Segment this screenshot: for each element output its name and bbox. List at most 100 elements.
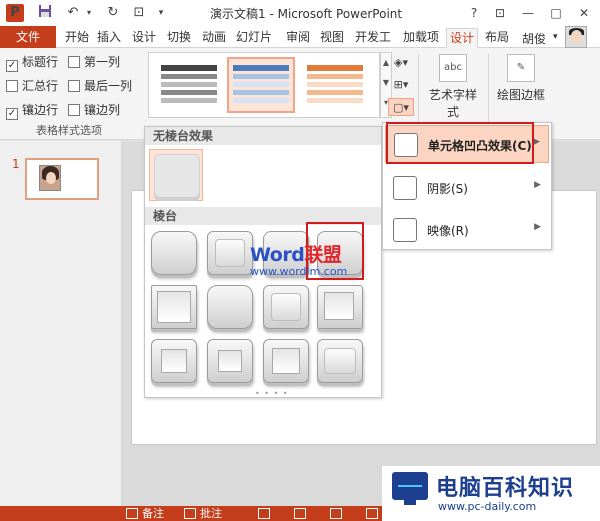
checkbox-icon[interactable] [68, 104, 80, 116]
option-header-row[interactable]: ✓ 标题行 [6, 54, 58, 72]
redo-icon[interactable]: ↻ [104, 4, 122, 22]
shadow-icon [393, 176, 417, 200]
maximize-button[interactable]: □ [542, 0, 570, 26]
tab-developer[interactable]: 开发工 [352, 28, 394, 48]
checkbox-icon[interactable] [68, 56, 80, 68]
bevel-riblet-icon[interactable] [207, 339, 253, 383]
bevel-art-deco-icon[interactable] [317, 339, 363, 383]
submenu-arrow-icon: ▶ [533, 137, 540, 147]
tab-table-layout[interactable]: 布局 [482, 28, 512, 48]
checkbox-icon[interactable] [6, 80, 18, 92]
ribbon-display-options-icon[interactable]: ⊡ [486, 0, 514, 26]
pc-daily-logo: 电脑百科知识 www.pc-daily.com [382, 466, 600, 521]
slide-show-icon[interactable] [366, 508, 378, 519]
minimize-button[interactable]: — [514, 0, 542, 26]
menu-item-label: 阴影(S) [427, 182, 468, 196]
watermark-url: www.wordlm.com [250, 265, 348, 278]
normal-view-icon[interactable] [258, 508, 270, 519]
effects-icon[interactable]: ▢▾ [388, 98, 414, 116]
site-name: 电脑百科知识 [436, 476, 575, 501]
tab-review[interactable]: 审阅 [283, 28, 313, 48]
comments-button[interactable]: 批注 [200, 507, 222, 520]
save-icon[interactable] [36, 4, 54, 22]
user-name[interactable]: 胡俊 [522, 30, 546, 47]
table-style-blue-selected[interactable] [227, 57, 295, 113]
table-style-orange[interactable] [301, 57, 369, 113]
tab-design[interactable]: 设计 [129, 28, 159, 48]
draw-borders-button[interactable]: ✎ 绘图边框 [492, 54, 550, 103]
powerpoint-app-icon[interactable]: P [6, 4, 24, 22]
checkbox-checked-icon[interactable]: ✓ [6, 60, 18, 72]
table-style-dark[interactable] [155, 57, 223, 113]
watermark-title: Word联盟 [250, 244, 342, 266]
ribbon-separator [488, 54, 489, 130]
borders-icon[interactable]: ⊞▾ [388, 76, 414, 94]
tab-table-design[interactable]: 设计 [446, 28, 479, 48]
wordart-styles-label: 艺术字样式 [428, 88, 477, 119]
tab-slideshow[interactable]: 幻灯片 [233, 28, 275, 48]
notes-icon[interactable] [126, 508, 138, 519]
wordlm-watermark: Word联盟 www.wordlm.com [250, 240, 347, 278]
tab-view[interactable]: 视图 [317, 28, 347, 48]
comments-icon[interactable] [184, 508, 196, 519]
monitor-icon [392, 472, 428, 500]
monitor-stand [404, 500, 416, 505]
wordart-icon: abc [439, 54, 467, 82]
customize-toolbar-icon[interactable]: ▾ [152, 4, 170, 22]
slide-photo [39, 165, 61, 191]
draw-borders-label: 绘图边框 [496, 88, 545, 102]
tab-animations[interactable]: 动画 [199, 28, 229, 48]
bevel-circle-icon[interactable] [151, 231, 197, 275]
option-banded-rows[interactable]: ✓ 镶边行 [6, 102, 58, 120]
draw-borders-icon: ✎ [507, 54, 535, 82]
notes-button[interactable]: 备注 [142, 507, 164, 520]
slide-thumbnail[interactable] [25, 158, 99, 200]
start-from-beginning-icon[interactable]: ⊡ [130, 4, 148, 22]
option-first-column[interactable]: 第一列 [68, 54, 120, 70]
tab-addins[interactable]: 加载项 [400, 28, 442, 48]
group-label-table-style-options: 表格样式选项 [36, 124, 102, 137]
bevel-slope-icon[interactable] [317, 285, 363, 329]
window-title: 演示文稿1 - Microsoft PowerPoint [210, 7, 403, 21]
tab-home[interactable]: 开始 [62, 28, 92, 48]
title-bar: P ↶ ▾ ↻ ⊡ ▾ 演示文稿1 - Microsoft PowerPoint… [0, 0, 600, 26]
slide-number: 1 [12, 157, 20, 171]
undo-dropdown-icon[interactable]: ▾ [80, 4, 98, 22]
avatar[interactable] [565, 26, 587, 48]
slide-thumbnail-pane: 1 [0, 141, 122, 506]
bevel-angle-icon[interactable] [151, 285, 197, 329]
bevel-none-icon [154, 154, 200, 198]
help-icon[interactable]: ? [460, 0, 488, 26]
menu-resize-grip[interactable]: • • • • [255, 389, 289, 398]
menu-item-label: 映像(R) [427, 224, 469, 238]
option-last-column[interactable]: 最后一列 [68, 78, 132, 94]
tab-file[interactable]: 文件 [0, 26, 56, 48]
no-bevel-option[interactable] [149, 149, 203, 201]
option-total-row[interactable]: 汇总行 [6, 78, 58, 94]
bevel-relaxed-inset-icon[interactable] [207, 231, 253, 275]
reading-view-icon[interactable] [330, 508, 342, 519]
wordart-styles-button[interactable]: abc 艺术字样式 [424, 54, 482, 120]
slide-sorter-icon[interactable] [294, 508, 306, 519]
checkbox-icon[interactable] [68, 80, 80, 92]
submenu-arrow-icon: ▶ [534, 180, 541, 190]
bevel-soft-round-icon[interactable] [207, 285, 253, 329]
ribbon-separator [418, 54, 419, 130]
reflection-icon [393, 218, 417, 242]
option-banded-columns[interactable]: 镶边列 [68, 102, 120, 118]
menu-item-reflection[interactable]: 映像(R) ▶ [385, 211, 549, 249]
user-menu-chevron-icon[interactable]: ▾ [550, 28, 561, 48]
highlighted-submenu-item [386, 122, 534, 164]
close-button[interactable]: ✕ [570, 0, 598, 26]
bevel-hard-edge-icon[interactable] [263, 339, 309, 383]
table-styles-gallery [148, 52, 380, 118]
ribbon-tab-bar: 文件 开始 插入 设计 切换 动画 幻灯片 审阅 视图 开发工 加载项 设计 布… [0, 26, 600, 48]
bevel-convex-icon[interactable] [263, 285, 309, 329]
tab-transitions[interactable]: 切换 [164, 28, 194, 48]
tab-insert[interactable]: 插入 [94, 28, 124, 48]
checkbox-checked-icon[interactable]: ✓ [6, 108, 18, 120]
site-url: www.pc-daily.com [438, 500, 537, 513]
menu-item-shadow[interactable]: 阴影(S) ▶ [385, 169, 549, 207]
bevel-divot-icon[interactable] [151, 339, 197, 383]
shading-icon[interactable]: ◈▾ [388, 54, 414, 72]
